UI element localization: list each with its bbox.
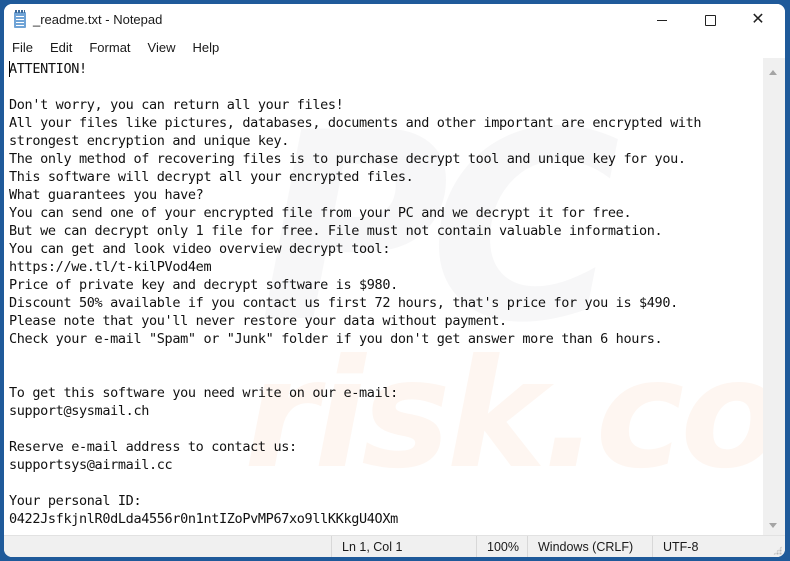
menu-format[interactable]: Format xyxy=(81,40,139,55)
maximize-button[interactable] xyxy=(687,4,733,36)
notepad-window: _readme.txt - Notepad ✕ File Edit Format… xyxy=(4,4,785,557)
menu-view[interactable]: View xyxy=(140,40,185,55)
editor-line: Price of private key and decrypt softwar… xyxy=(9,277,398,293)
editor-line: https://we.tl/t-kilPVod4em xyxy=(9,259,212,275)
zoom-level: 100% xyxy=(476,536,527,557)
editor-line: strongest encryption and unique key. xyxy=(9,133,289,149)
maximize-icon xyxy=(704,14,716,26)
editor-line: ATTENTION! xyxy=(9,61,87,77)
editor-line: Check your e-mail "Spam" or "Junk" folde… xyxy=(9,331,663,347)
vertical-scrollbar[interactable] xyxy=(763,58,785,535)
text-editor[interactable]: PC risk.com ATTENTION! Don't worry, you … xyxy=(4,58,763,535)
editor-line: Discount 50% available if you contact us… xyxy=(9,295,678,311)
editor-line: Reserve e-mail address to contact us: xyxy=(9,439,297,455)
editor-content[interactable]: ATTENTION! Don't worry, you can return a… xyxy=(9,60,702,528)
editor-line: This software will decrypt all your encr… xyxy=(9,169,414,185)
title-bar[interactable]: _readme.txt - Notepad ✕ xyxy=(4,4,785,36)
editor-line: To get this software you need write on o… xyxy=(9,385,398,401)
editor-line: Your personal ID: xyxy=(9,493,142,509)
encoding: UTF-8 xyxy=(652,536,762,557)
minimize-button[interactable] xyxy=(639,4,685,36)
editor-line: The only method of recovering files is t… xyxy=(9,151,686,167)
menu-file[interactable]: File xyxy=(4,40,42,55)
line-ending: Windows (CRLF) xyxy=(527,536,652,557)
resize-grip-icon[interactable] xyxy=(773,546,782,555)
editor-line: All your files like pictures, databases,… xyxy=(9,115,702,131)
scroll-down-arrow-icon[interactable] xyxy=(769,523,777,528)
status-bar: Ln 1, Col 1 100% Windows (CRLF) UTF-8 xyxy=(4,535,785,557)
editor-line: supportsys@airmail.cc xyxy=(9,457,173,473)
close-button[interactable]: ✕ xyxy=(735,4,781,36)
editor-line: 0422JsfkjnlR0dLda4556r0n1ntIZoPvMP67xo9l… xyxy=(9,511,398,527)
menu-bar: File Edit Format View Help xyxy=(4,36,785,58)
menu-edit[interactable]: Edit xyxy=(42,40,81,55)
editor-line: You can get and look video overview decr… xyxy=(9,241,391,257)
editor-line: support@sysmail.ch xyxy=(9,403,149,419)
editor-line: You can send one of your encrypted file … xyxy=(9,205,632,221)
notepad-icon xyxy=(14,10,26,28)
scroll-up-arrow-icon[interactable] xyxy=(769,70,777,75)
menu-help[interactable]: Help xyxy=(184,40,228,55)
close-icon: ✕ xyxy=(751,11,765,28)
cursor-position: Ln 1, Col 1 xyxy=(331,536,476,557)
window-title: _readme.txt - Notepad xyxy=(33,12,163,27)
editor-line: Please note that you'll never restore yo… xyxy=(9,313,507,329)
editor-line: Don't worry, you can return all your fil… xyxy=(9,97,344,113)
minimize-icon xyxy=(657,19,667,21)
editor-line: But we can decrypt only 1 file for free.… xyxy=(9,223,663,239)
text-caret xyxy=(9,61,10,77)
editor-line: What guarantees you have? xyxy=(9,187,204,203)
